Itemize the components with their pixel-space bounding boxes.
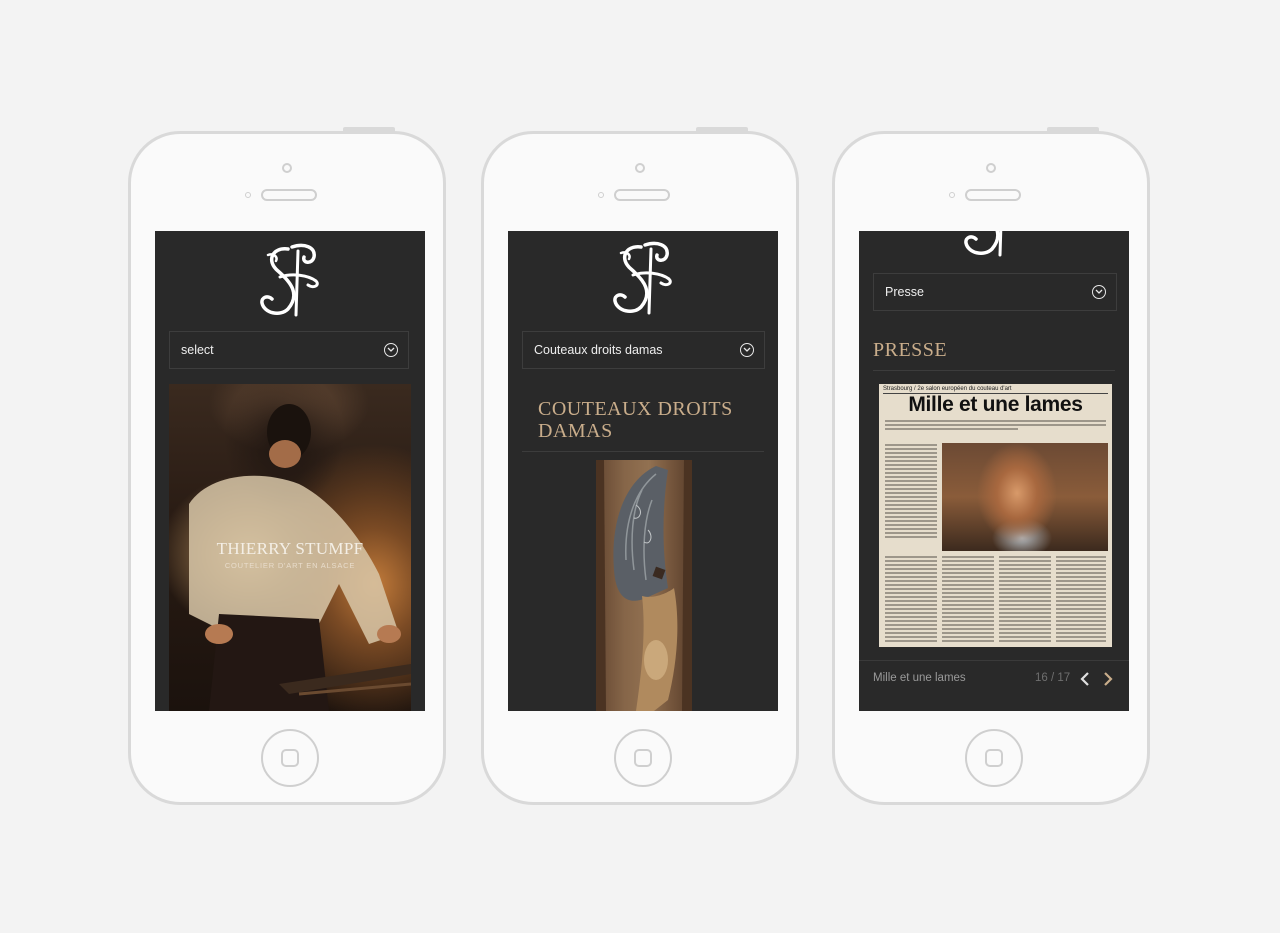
chevron-circle-down-icon bbox=[740, 343, 754, 357]
sensor bbox=[949, 192, 955, 198]
page-title: PRESSE bbox=[873, 339, 948, 361]
press-clipping-image[interactable]: Strasbourg / 2e salon européen du coutea… bbox=[879, 384, 1112, 647]
damascus-knife-image bbox=[596, 460, 692, 711]
earpiece-speaker bbox=[261, 189, 317, 201]
chevron-left-icon[interactable] bbox=[1079, 671, 1091, 687]
ts-monogram-icon[interactable] bbox=[258, 243, 322, 319]
article-column bbox=[885, 444, 937, 540]
page-title: COUTEAUX DROITS DAMAS bbox=[538, 398, 733, 442]
category-select-label: Couteaux droits damas bbox=[534, 343, 663, 357]
phone-mockup-2: Couteaux droits damas COUTEAUX DROITS DA… bbox=[481, 0, 811, 933]
category-select[interactable]: Presse bbox=[873, 273, 1117, 311]
ts-monogram-icon[interactable] bbox=[611, 241, 675, 317]
page-title-line-1: COUTEAUX DROITS bbox=[538, 398, 733, 420]
phone-body: Presse PRESSE Strasbourg / 2e salon euro… bbox=[832, 131, 1150, 805]
category-select[interactable]: select bbox=[169, 331, 409, 369]
gallery-caption: Mille et une lames bbox=[873, 672, 966, 684]
hero-name: THIERRY STUMPF bbox=[216, 539, 364, 558]
phone-screen: Presse PRESSE Strasbourg / 2e salon euro… bbox=[859, 231, 1129, 711]
article-headline: Mille et une lames bbox=[908, 393, 1083, 416]
article-lede bbox=[885, 420, 1106, 438]
chevron-circle-down-icon bbox=[1092, 285, 1106, 299]
article-photo bbox=[942, 443, 1108, 551]
divider bbox=[522, 451, 764, 452]
gallery-counter: 16 / 17 bbox=[1035, 672, 1071, 684]
earpiece-speaker bbox=[614, 189, 670, 201]
chevron-circle-down-icon bbox=[384, 343, 398, 357]
sensor bbox=[245, 192, 251, 198]
front-camera bbox=[282, 163, 292, 173]
home-button bbox=[965, 729, 1023, 787]
phone-body: Couteaux droits damas COUTEAUX DROITS DA… bbox=[481, 131, 799, 805]
home-button bbox=[614, 729, 672, 787]
knife-photo[interactable] bbox=[596, 460, 692, 711]
front-camera bbox=[635, 163, 645, 173]
phone-screen: Couteaux droits damas COUTEAUX DROITS DA… bbox=[508, 231, 778, 711]
phone-mockup-3: Presse PRESSE Strasbourg / 2e salon euro… bbox=[832, 0, 1162, 933]
hero-subtitle: COUTELIER D'ART EN ALSACE bbox=[224, 561, 356, 570]
phone-screen: select THIERRY STUMPF COUTELIER D'ART EN… bbox=[155, 231, 425, 711]
sensor bbox=[598, 192, 604, 198]
chevron-right-icon[interactable] bbox=[1102, 671, 1114, 687]
category-select[interactable]: Couteaux droits damas bbox=[522, 331, 765, 369]
category-select-label: Presse bbox=[885, 285, 924, 299]
article-column bbox=[1056, 556, 1106, 644]
ts-monogram-icon[interactable] bbox=[962, 231, 1026, 259]
article-column bbox=[999, 556, 1051, 644]
earpiece-speaker bbox=[965, 189, 1021, 201]
phone-mockup-1: select THIERRY STUMPF COUTELIER D'ART EN… bbox=[128, 0, 458, 933]
category-select-label: select bbox=[181, 343, 214, 357]
article-column bbox=[942, 556, 994, 644]
hero-photo: THIERRY STUMPF COUTELIER D'ART EN ALSACE bbox=[169, 384, 411, 711]
front-camera bbox=[986, 163, 996, 173]
divider bbox=[873, 370, 1115, 371]
divider bbox=[859, 660, 1129, 661]
article-column bbox=[885, 556, 937, 644]
page-title-line-2: DAMAS bbox=[538, 420, 613, 442]
home-button bbox=[261, 729, 319, 787]
phone-body: select THIERRY STUMPF COUTELIER D'ART EN… bbox=[128, 131, 446, 805]
